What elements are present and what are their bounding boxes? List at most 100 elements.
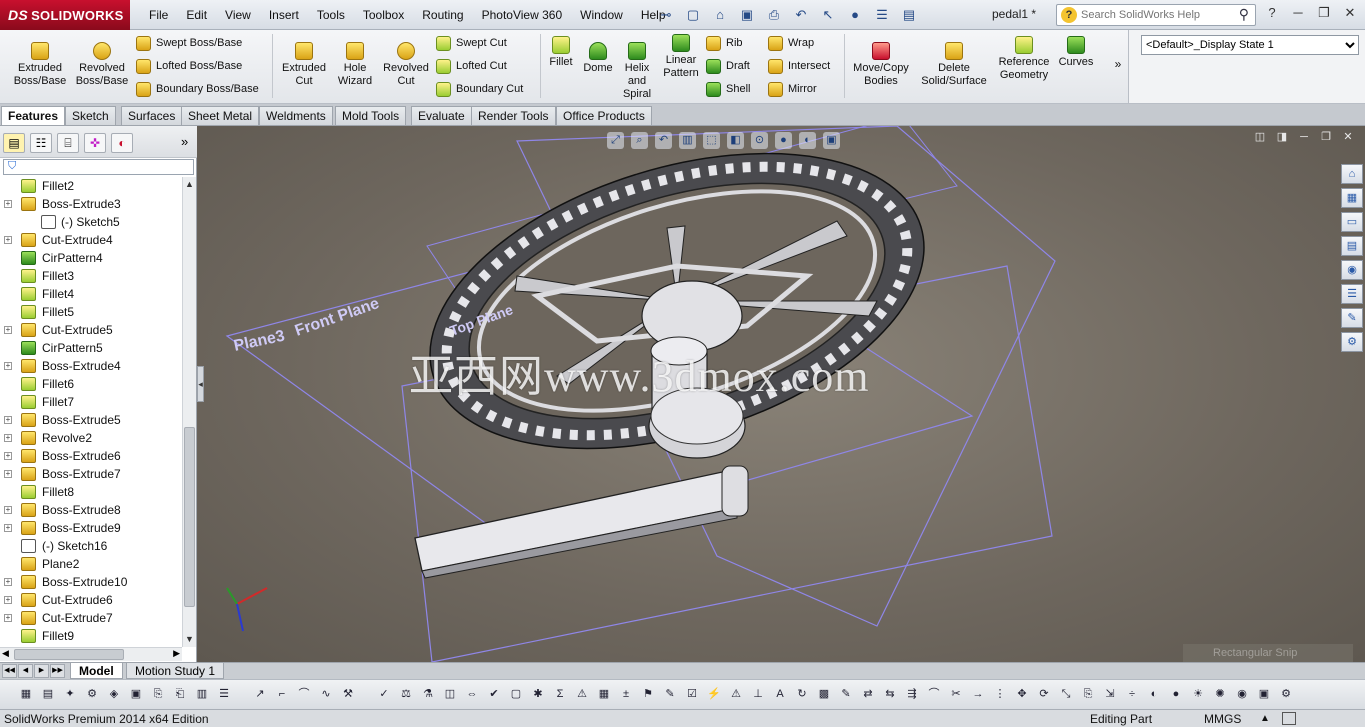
measure-icon[interactable]: ⚖ [398,686,414,702]
tree-item[interactable]: Fillet9 [0,627,182,645]
save-image-icon[interactable]: ▣ [1256,686,1272,702]
tree-item[interactable]: Plane2 [0,555,182,573]
view-orientation-icon[interactable]: ⬚ [703,132,720,149]
tree-item[interactable]: + Boss-Extrude6 [0,447,182,465]
checkbox-icon[interactable]: ☑ [684,686,700,702]
convert-icon[interactable]: ⇄ [860,686,876,702]
feature-stats-icon[interactable]: ▩ [816,686,832,702]
tab-evaluate[interactable]: Evaluate [411,106,472,125]
expand-icon[interactable]: + [4,524,12,532]
copy-icon[interactable]: ⎘ [150,686,166,702]
open-icon[interactable]: ⌂ [709,5,731,25]
menu-routing[interactable]: Routing [413,6,472,24]
units-dropdown-icon[interactable]: ▲ [1260,710,1270,727]
mirror-entities-icon[interactable]: ⇆ [882,686,898,702]
material-icon[interactable]: ✱ [530,686,546,702]
hole-table-icon[interactable]: ▦ [596,686,612,702]
appearances-icon[interactable]: ◉ [1341,260,1363,280]
weld-icon[interactable]: ⚡ [706,686,722,702]
color-icon[interactable]: ● [1168,686,1184,702]
reference-geometry-button[interactable]: Reference Geometry [994,36,1054,82]
pin-icon[interactable]: ⊸ [655,5,677,25]
table-icon[interactable]: ▤ [40,686,56,702]
tree-item[interactable]: + Cut-Extrude6 [0,591,182,609]
tab-features[interactable]: Features [1,106,66,125]
restore-icon[interactable]: ❐ [1315,4,1333,22]
search-icon[interactable]: ⚲ [1239,6,1249,23]
sketch-fillet-icon[interactable]: ⌒ [926,686,942,702]
expand-icon[interactable]: + [4,452,12,460]
viewport-minimize-icon[interactable]: ─ [1297,130,1311,144]
tree-horizontal-scrollbar[interactable]: ◀ ▶ [0,647,182,661]
file-properties-icon[interactable]: ☰ [871,5,893,25]
swept-boss-base-button[interactable]: Swept Boss/Base [136,34,242,52]
hole-wizard-button[interactable]: Hole Wizard [332,42,378,88]
properties-icon[interactable]: ☰ [216,686,232,702]
close-icon[interactable]: ✕ [1341,4,1359,22]
tree-item[interactable]: CirPattern4 [0,249,182,267]
expand-icon[interactable]: + [4,506,12,514]
light-icon[interactable]: ☀ [1190,686,1206,702]
tree-item[interactable]: + Revolve2 [0,429,182,447]
toolbox-icon[interactable]: ⚙ [1341,332,1363,352]
extend-icon[interactable]: → [970,686,986,702]
next-tab-icon[interactable]: ▶ [34,664,49,678]
tree-item[interactable]: Fillet2 [0,177,182,195]
help-menu-icon[interactable]: ? [1263,4,1281,22]
mass-icon[interactable]: ⚗ [420,686,436,702]
draft-button[interactable]: Draft [706,57,750,75]
expand-icon[interactable]: + [4,434,12,442]
save-icon[interactable]: ▣ [736,5,758,25]
viewport-restore-icon[interactable]: ❐ [1319,130,1333,144]
tree-item[interactable]: Fillet5 [0,303,182,321]
move-copy-bodies-button[interactable]: Move/Copy Bodies [848,42,914,88]
warning-icon[interactable]: ⚠ [728,686,744,702]
align-icon[interactable]: ⇔ [464,686,480,702]
sum-icon[interactable]: Σ [552,686,568,702]
tree-item[interactable]: + Cut-Extrude5 [0,321,182,339]
lofted-cut-button[interactable]: Lofted Cut [436,57,507,75]
options-icon[interactable]: ▤ [898,5,920,25]
property-manager-tab-icon[interactable]: ☷ [30,133,52,153]
first-tab-icon[interactable]: ◀◀ [2,664,17,678]
custom-properties-icon[interactable]: ☰ [1341,284,1363,304]
scroll-down-icon[interactable]: ▼ [183,633,196,646]
view-settings-icon[interactable]: ▣ [823,132,840,149]
expand-icon[interactable]: + [4,362,12,370]
crank-arm[interactable] [414,465,749,579]
tree-item[interactable]: CirPattern5 [0,339,182,357]
tree-item[interactable]: + Boss-Extrude9 [0,519,182,537]
font-icon[interactable]: A [772,686,788,702]
status-help-icon[interactable] [1282,712,1296,725]
minimize-icon[interactable]: ─ [1289,4,1307,22]
spell-check-icon[interactable]: ✓ [376,686,392,702]
tree-item[interactable]: Fillet7 [0,393,182,411]
solidworks-forum-icon[interactable]: ✎ [1341,308,1363,328]
move-entity-icon[interactable]: ✥ [1014,686,1030,702]
expand-icon[interactable]: + [4,200,12,208]
tree-item[interactable]: + Boss-Extrude7 [0,465,182,483]
tab-render-tools[interactable]: Render Tools [471,106,556,125]
display-style-icon[interactable]: ◧ [727,132,744,149]
tab-motion-study[interactable]: Motion Study 1 [126,663,225,679]
menu-photoview[interactable]: PhotoView 360 [473,6,572,24]
extruded-cut-button[interactable]: Extruded Cut [276,42,332,88]
wrap-button[interactable]: Wrap [768,34,814,52]
option-icon[interactable]: ⚙ [1278,686,1294,702]
expand-icon[interactable]: + [4,416,12,424]
boundary-boss-base-button[interactable]: Boundary Boss/Base [136,80,259,98]
scale-icon[interactable]: ⤡ [1058,686,1074,702]
camera-icon[interactable]: ✺ [1212,686,1228,702]
split-icon[interactable]: ◨ [1275,130,1289,144]
rebuild-icon[interactable]: ● [844,5,866,25]
tree-item[interactable]: + Cut-Extrude4 [0,231,182,249]
scroll-thumb[interactable] [184,427,195,607]
relations-icon[interactable]: ⊥ [750,686,766,702]
undo-icon[interactable]: ↶ [790,5,812,25]
file-explorer-icon[interactable]: ▭ [1341,212,1363,232]
tree-vertical-scrollbar[interactable]: ▲ ▼ [182,177,196,647]
tree-item[interactable]: + Boss-Extrude10 [0,573,182,591]
curves-button[interactable]: Curves [1056,36,1096,69]
edit-appearance-icon[interactable]: ● [775,132,792,149]
offset-icon[interactable]: ⇶ [904,686,920,702]
